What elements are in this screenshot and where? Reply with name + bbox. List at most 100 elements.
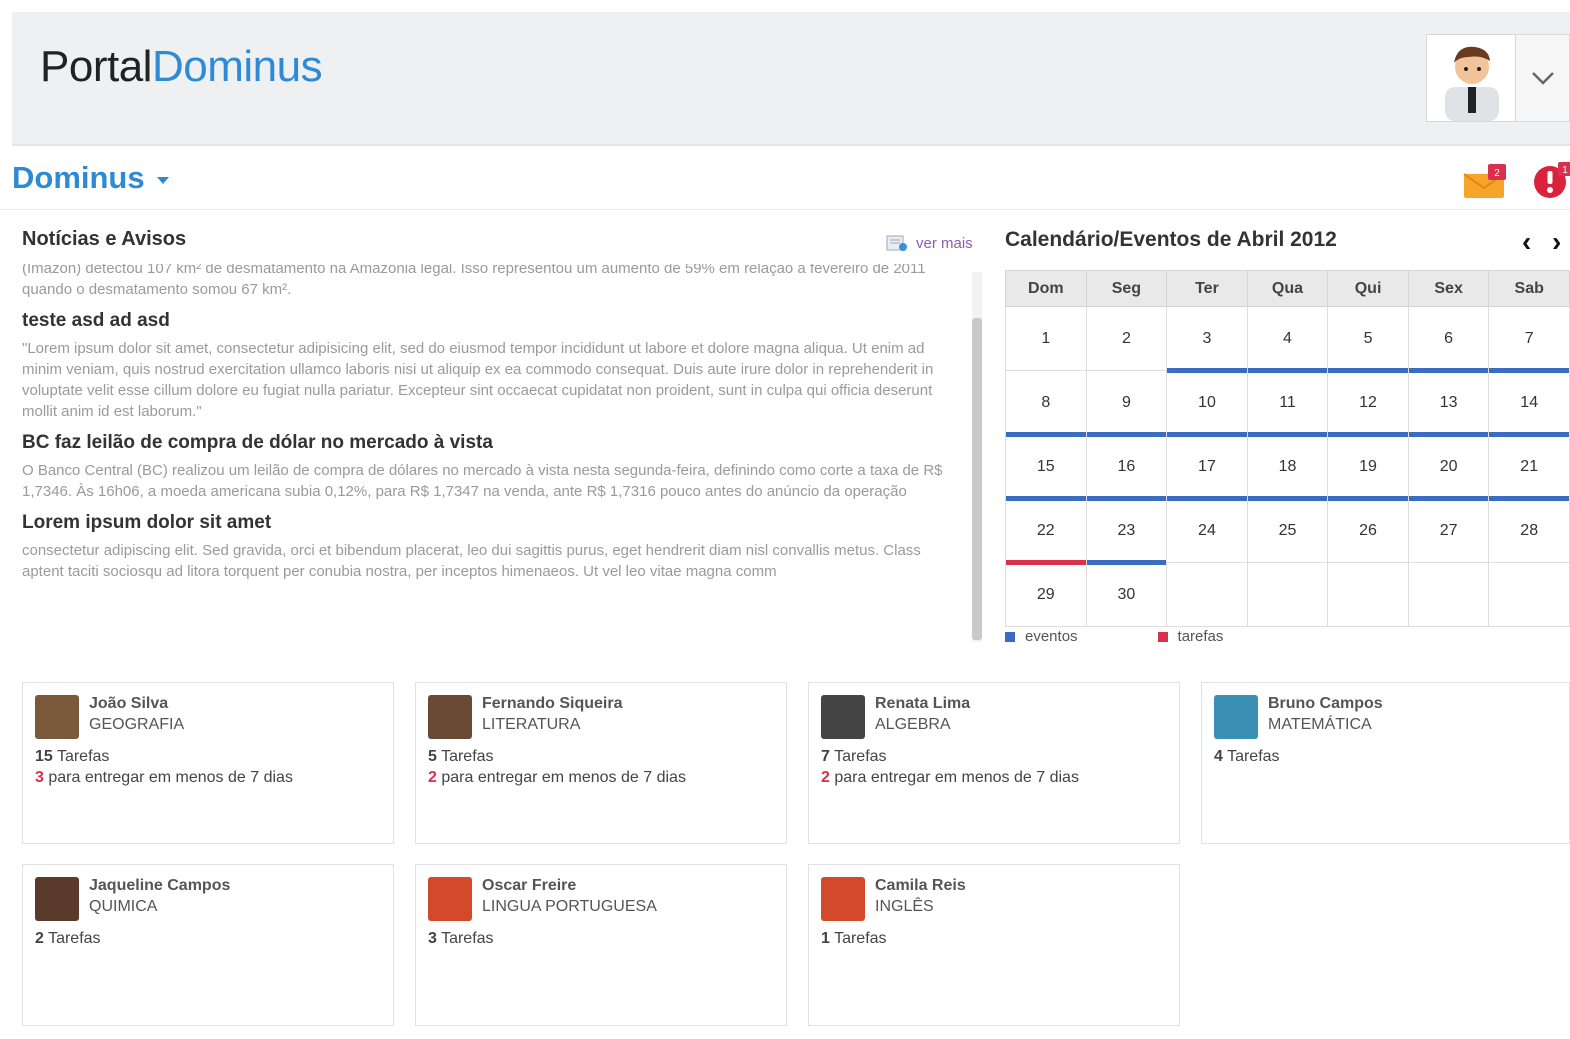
logo-part-dominus: Dominus [151,42,323,91]
teacher-card[interactable]: Camila Reis INGLÊS 1 Tarefas [808,864,1180,1026]
calendar-day[interactable]: 15 [1005,434,1087,501]
news-item-headline[interactable]: teste asd ad asd [22,310,962,332]
news-item-headline[interactable]: BC faz leilão de compra de dólar no merc… [22,432,962,454]
calendar-day[interactable]: 12 [1327,370,1409,437]
teacher-task-count: 2 Tarefas [35,930,101,948]
teacher-due-soon: 2 para entregar em menos de 7 dias [821,769,1079,787]
teacher-photo [821,695,865,739]
news-item-body: O Banco Central (BC) realizou um leilão … [22,462,943,500]
teacher-card[interactable]: Oscar Freire LINGUA PORTUGUESA 3 Tarefas [415,864,787,1026]
calendar-day[interactable]: 1 [1005,306,1087,371]
teacher-photo [428,877,472,921]
teacher-subject: LITERATURA [482,716,581,733]
alerts-count: 1 [1562,165,1568,176]
calendar-week-row: 8 9 10 11 12 13 14 [1005,370,1570,437]
top-header: PortalDominus [12,12,1570,146]
due-soon-number: 2 [428,769,437,786]
calendar-day[interactable]: 20 [1407,434,1490,501]
user-avatar[interactable] [1426,34,1516,122]
user-menu-toggle[interactable] [1516,34,1570,122]
calendar-weekday-row: Dom Seg Ter Qua Qui Sex Sab [1005,270,1570,307]
teacher-task-count: 4 Tarefas [1214,748,1280,766]
alert-icon: 1 [1534,162,1570,198]
portal-logo[interactable]: PortalDominus [40,42,323,92]
news-scrollbar-thumb[interactable] [972,318,982,640]
calendar-day[interactable]: 28 [1488,498,1570,563]
teacher-subject: LINGUA PORTUGUESA [482,898,657,915]
task-count-number: 15 [35,748,53,765]
teacher-photo [821,877,865,921]
calendar-day[interactable]: 9 [1085,370,1168,437]
see-more-link[interactable]: ver mais [886,234,973,252]
calendar-day[interactable]: 18 [1246,434,1329,501]
news-item-body: consectetur adipiscing elit. Sed gravida… [22,542,921,580]
task-count-label: Tarefas [829,748,887,765]
calendar-day[interactable]: 11 [1246,370,1329,437]
teacher-photo [35,695,79,739]
calendar-day[interactable]: 6 [1407,306,1490,373]
teacher-task-count: 1 Tarefas [821,930,887,948]
due-soon-number: 2 [821,769,830,786]
teacher-name: Jaqueline Campos [89,877,231,894]
calendar-prev-button[interactable]: ‹ [1522,226,1531,258]
teacher-card[interactable]: Jaqueline Campos QUIMICA 2 Tarefas [22,864,394,1026]
teacher-card[interactable]: João Silva GEOGRAFIA 15 Tarefas 3 para entr… [22,682,394,844]
news-list[interactable]: (Imazon) detectou 107 km² de desmatament… [22,264,964,640]
calendar-day[interactable]: 17 [1166,434,1248,501]
teacher-name: Oscar Freire [482,877,577,894]
news-item-body: (Imazon) detectou 107 km² de desmatament… [22,264,926,298]
calendar-day[interactable]: 25 [1246,498,1329,563]
calendar-next-button[interactable]: › [1552,226,1561,258]
teacher-subject: QUIMICA [89,898,158,915]
teacher-photo [35,877,79,921]
task-count-number: 4 [1214,748,1223,765]
calendar-day[interactable]: 7 [1488,306,1570,373]
calendar-day[interactable]: 23 [1085,498,1168,565]
task-count-number: 3 [428,930,437,947]
calendar-day[interactable]: 19 [1327,434,1409,501]
calendar-day[interactable]: 21 [1488,434,1570,501]
teacher-card[interactable]: Fernando Siqueira LITERATURA 5 Tarefas 2 pa… [415,682,787,844]
teacher-card[interactable]: Renata Lima ALGEBRA 7 Tarefas 2 para entreg… [808,682,1180,844]
calendar-day[interactable]: 29 [1005,562,1087,627]
calendar-day[interactable]: 10 [1166,370,1248,437]
due-soon-label: para entregar em menos de 7 dias [43,769,293,786]
envelope-icon: 2 [1463,164,1506,198]
calendar-day[interactable]: 16 [1085,434,1168,501]
calendar-day[interactable]: 30 [1085,562,1168,627]
calendar-day[interactable]: 13 [1407,370,1490,437]
calendar-day[interactable]: 3 [1166,306,1248,373]
calendar-empty-cell [1166,562,1248,627]
teacher-subject: MATEMÁTICA [1268,716,1372,733]
news-item-headline[interactable]: Lorem ipsum dolor sit amet [22,512,962,534]
teacher-task-count: 3 Tarefas [428,930,494,948]
calendar-title: Calendário/Eventos de Abril 2012 [1005,228,1337,251]
weekday-header: Ter [1166,270,1248,307]
calendar-day[interactable]: 26 [1327,498,1409,563]
calendar-day[interactable]: 2 [1085,306,1168,371]
calendar-day[interactable]: 8 [1005,370,1087,437]
calendar-day[interactable]: 22 [1005,498,1087,565]
due-soon-label: para entregar em menos de 7 dias [436,769,686,786]
user-avatar-icon [1445,46,1499,121]
calendar-day[interactable]: 14 [1488,370,1570,437]
due-soon-number: 3 [35,769,44,786]
news-section-title: Notícias e Avisos [22,228,187,250]
weekday-header: Dom [1005,270,1087,307]
calendar-day[interactable]: 4 [1246,306,1329,373]
task-count-number: 7 [821,748,830,765]
teacher-name: Fernando Siqueira [482,695,623,712]
dominus-dropdown[interactable]: Dominus [12,160,169,196]
calendar-day[interactable]: 27 [1407,498,1490,563]
task-count-number: 1 [821,930,830,947]
calendar-week-row: 1234567 [1005,306,1570,373]
teacher-due-soon: 3 para entregar em menos de 7 dias [35,769,293,787]
task-count-label: Tarefas [436,930,494,947]
teacher-card[interactable]: Bruno Campos MATEMÁTICA 4 Tarefas [1201,682,1570,844]
task-count-label: Tarefas [436,748,494,765]
calendar-day[interactable]: 24 [1166,498,1248,563]
teacher-subject: GEOGRAFIA [89,716,185,733]
calendar-day[interactable]: 5 [1327,306,1409,373]
messages-button[interactable]: 2 [1462,164,1508,205]
alerts-button[interactable]: 1 [1532,160,1570,205]
